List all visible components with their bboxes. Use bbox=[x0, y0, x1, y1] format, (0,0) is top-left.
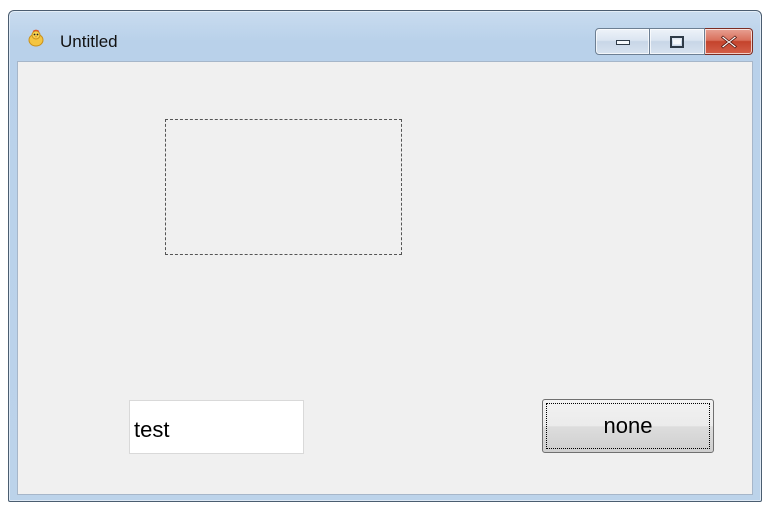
window-title: Untitled bbox=[60, 32, 118, 51]
app-chick-icon bbox=[27, 29, 45, 47]
maximize-button[interactable] bbox=[650, 28, 705, 55]
dashed-placeholder-box bbox=[165, 119, 402, 255]
app-window: Untitled test none bbox=[8, 10, 762, 502]
close-button[interactable] bbox=[705, 28, 753, 55]
form-client-area: none bbox=[17, 61, 753, 495]
none-button-label: none bbox=[603, 413, 653, 438]
none-button[interactable]: none bbox=[542, 399, 714, 453]
minimize-button[interactable] bbox=[595, 28, 650, 55]
title-bar[interactable]: Untitled bbox=[9, 11, 761, 61]
text-input[interactable] bbox=[129, 400, 304, 454]
caption-buttons bbox=[595, 28, 753, 55]
